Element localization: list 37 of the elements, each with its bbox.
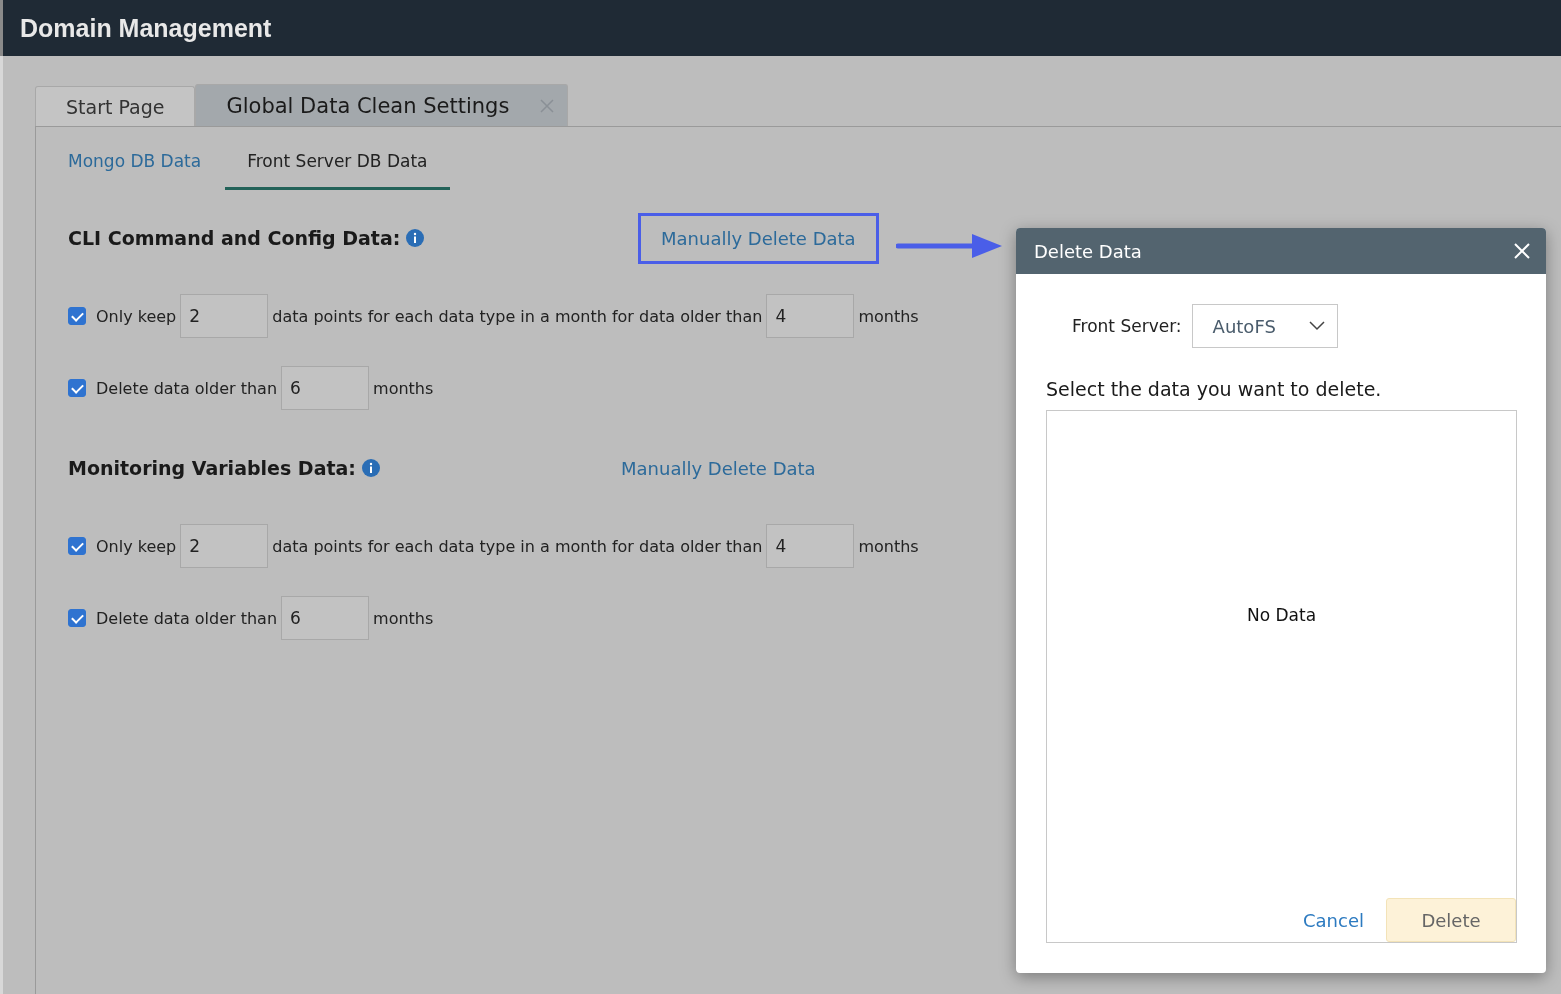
option-text: months	[858, 536, 919, 556]
arrow-icon	[896, 231, 1004, 261]
option-text: data points for each data type in a month for data older than	[272, 536, 763, 556]
server-dropdown[interactable]: AutoFS	[1191, 304, 1338, 348]
option-text: Delete data older than	[96, 608, 278, 628]
option-text: Delete data older than	[96, 378, 278, 398]
empty-text: No Data	[1246, 604, 1317, 625]
info-icon	[406, 229, 425, 247]
number-field[interactable]: 2	[180, 294, 269, 338]
field-label: Front Server:	[1072, 316, 1182, 336]
info-icon	[361, 459, 380, 477]
cancel-link[interactable]: Cancel	[1303, 909, 1364, 931]
delete-button[interactable]: Delete	[1386, 898, 1516, 942]
option-text: data points for each data type in a month for data older than	[272, 306, 763, 326]
option-text: months	[373, 608, 434, 628]
number-field[interactable]: 6	[281, 596, 370, 640]
checkbox[interactable]	[68, 307, 86, 325]
dialog-title: Delete Data	[1034, 240, 1142, 262]
checkbox[interactable]	[68, 379, 86, 397]
option-text: months	[858, 306, 919, 326]
tab[interactable]: Start Page	[35, 86, 196, 126]
app-title: Domain Management	[20, 13, 272, 43]
number-field[interactable]: 4	[766, 294, 855, 338]
number-field[interactable]: 2	[180, 524, 269, 568]
option-text: months	[373, 378, 434, 398]
sub-tab[interactable]: Front Server DB Data	[225, 141, 450, 190]
chevron-down-icon	[1308, 321, 1325, 331]
tab[interactable]: Global Data Clean Settings	[195, 84, 569, 126]
checkbox[interactable]	[68, 537, 86, 555]
section-title: Monitoring Variables Data:	[68, 457, 356, 479]
checkbox[interactable]	[68, 609, 86, 627]
number-field[interactable]: 4	[766, 524, 855, 568]
instruction-text: Select the data you want to delete.	[1046, 378, 1383, 400]
option-text: Only keep	[96, 536, 177, 556]
section-title: CLI Command and Config Data:	[68, 227, 401, 249]
option-text: Only keep	[96, 306, 177, 326]
number-field[interactable]: 6	[281, 366, 370, 410]
